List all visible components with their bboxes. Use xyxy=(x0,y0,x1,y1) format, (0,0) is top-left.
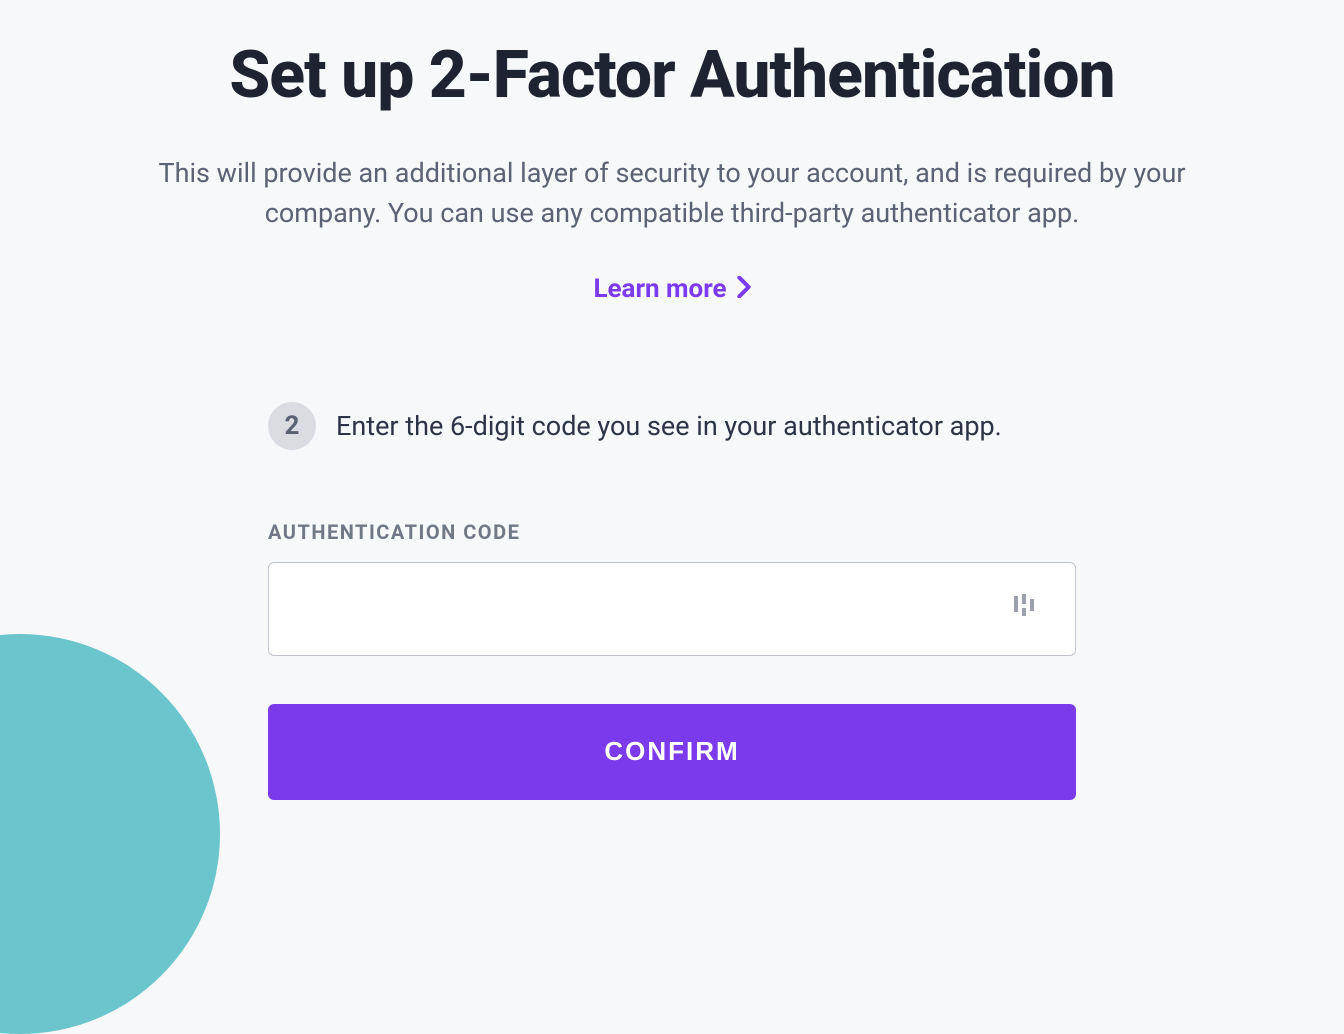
password-manager-icon[interactable] xyxy=(1014,594,1036,624)
page-subtitle: This will provide an additional layer of… xyxy=(132,153,1212,234)
step-header: 2 Enter the 6-digit code you see in your… xyxy=(268,402,1076,450)
confirm-button[interactable]: CONFIRM xyxy=(268,704,1076,800)
auth-code-input[interactable] xyxy=(268,562,1076,656)
step-instruction: Enter the 6-digit code you see in your a… xyxy=(336,410,1002,442)
learn-more-link[interactable]: Learn more xyxy=(593,274,726,304)
page-title: Set up 2-Factor Authentication xyxy=(132,40,1212,113)
chevron-right-icon xyxy=(737,276,751,302)
auth-code-label: AUTHENTICATION CODE xyxy=(268,520,1076,544)
step-number-badge: 2 xyxy=(268,402,316,450)
